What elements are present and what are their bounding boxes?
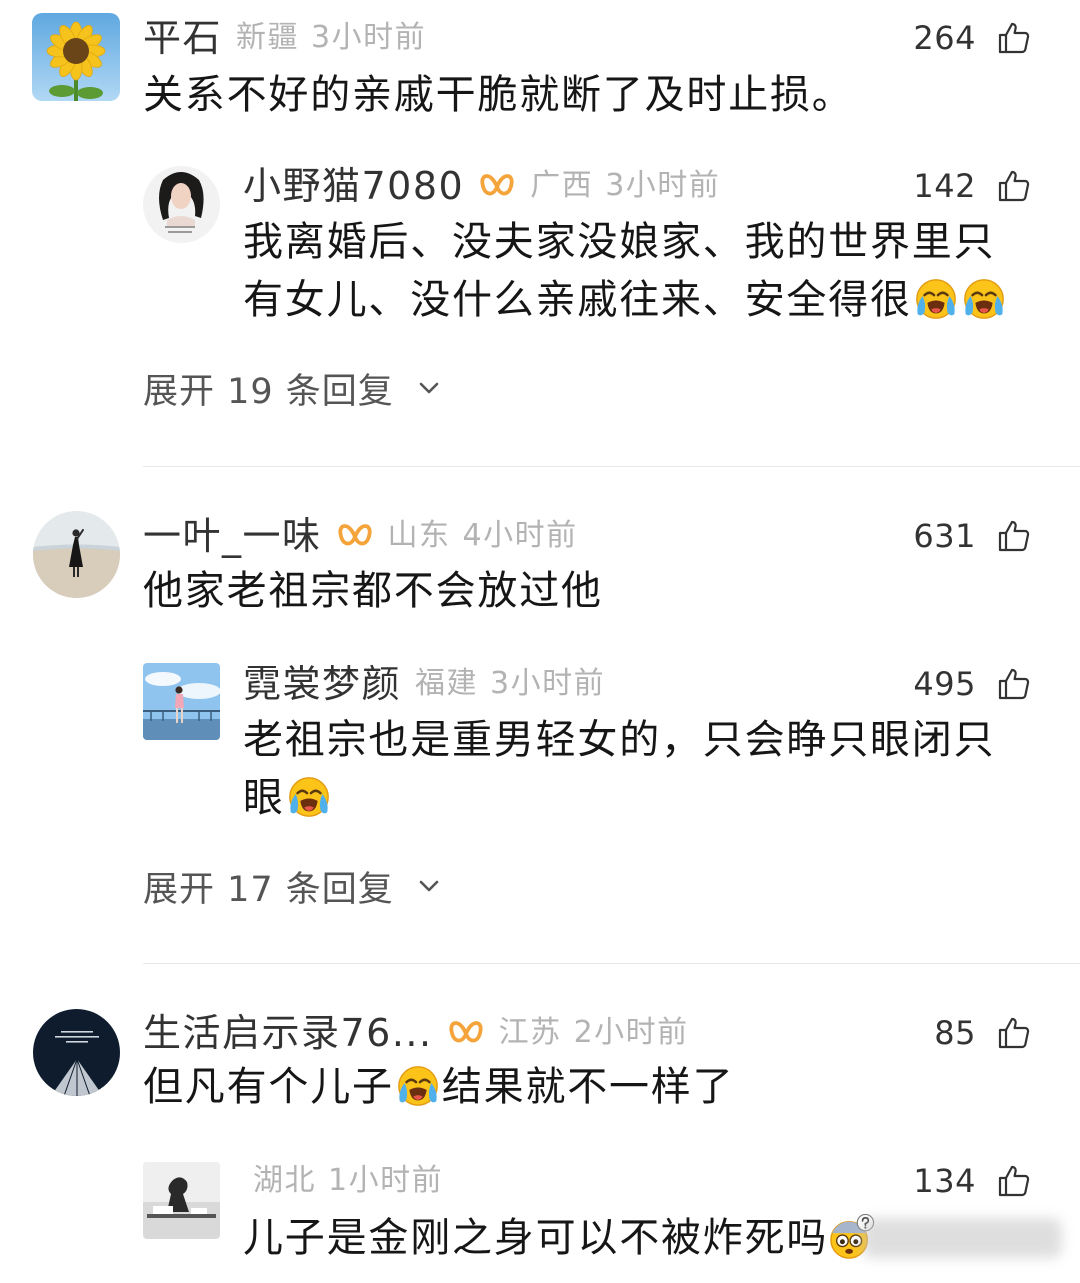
username[interactable]: 小野猫7080: [243, 163, 464, 209]
comment-header: 平石 新疆 3小时前: [143, 15, 426, 61]
text-segment: 结果就不一样了: [441, 1064, 735, 1110]
avatar[interactable]: [143, 166, 220, 243]
avatar[interactable]: [33, 1009, 120, 1096]
avatar[interactable]: [33, 511, 120, 598]
location: 广西: [530, 168, 594, 203]
thumbs-up-icon: [996, 518, 1032, 554]
thumbs-up-icon: [996, 20, 1032, 56]
avatar[interactable]: [32, 13, 120, 101]
like-count: 85: [934, 1014, 976, 1052]
reply-text[interactable]: 我离婚后、没夫家没娘家、我的世界里只有女儿、没什么亲戚往来、安全得很: [243, 213, 1023, 329]
username[interactable]: 霓裳梦颜: [243, 661, 401, 707]
fan-badge-icon[interactable]: [336, 517, 374, 555]
avatar[interactable]: [143, 1162, 220, 1239]
like-count: 134: [913, 1162, 976, 1200]
text-segment: 他家老祖宗都不会放过他: [143, 568, 603, 614]
like-button[interactable]: 134: [913, 1158, 1032, 1204]
text-segment: 但凡有个儿子: [143, 1064, 394, 1110]
comment-text[interactable]: 但凡有个儿子 结果就不一样了: [143, 1058, 1043, 1116]
fan-badge-icon[interactable]: [478, 167, 516, 205]
location: 江苏: [498, 1015, 562, 1050]
crying-emoji-icon: [961, 276, 1007, 322]
location: 山东: [387, 518, 451, 553]
like-count: 495: [913, 665, 976, 703]
timestamp: 3小时前: [605, 168, 721, 203]
location: 福建: [415, 666, 479, 701]
like-button[interactable]: 85: [934, 1010, 1032, 1056]
text-segment: 老祖宗也是重男轻女的，只会睁只眼闭只眼: [243, 717, 996, 821]
crying-emoji-icon: [913, 276, 959, 322]
comment-header: 生活启示录76... 江苏 2小时前: [143, 1010, 689, 1056]
text-segment: 我离婚后、没夫家没娘家、我的世界里只有女儿、没什么亲戚往来、安全得很: [243, 219, 996, 323]
comment-text[interactable]: 关系不好的亲戚干脆就断了及时止损。: [143, 66, 1043, 124]
username[interactable]: 一叶_一味: [143, 513, 322, 559]
fan-badge-icon[interactable]: [447, 1014, 485, 1052]
username[interactable]: 平石: [143, 15, 222, 61]
location: 湖北: [253, 1163, 316, 1198]
timestamp: 1小时前: [328, 1163, 444, 1198]
like-button[interactable]: 264: [913, 15, 1032, 61]
text-segment: 儿子是金刚之身可以不被炸死吗: [243, 1215, 829, 1261]
username[interactable]: 生活启示录76...: [143, 1010, 433, 1056]
thumbs-up-icon: [996, 168, 1032, 204]
watermark: [862, 1218, 1062, 1258]
expand-label: 展开 17 条回复: [143, 869, 394, 910]
thumbs-up-icon: [996, 1163, 1032, 1199]
crying-emoji-icon: [395, 1063, 441, 1109]
like-count: 264: [913, 19, 976, 57]
like-button[interactable]: 495: [913, 661, 1032, 707]
reply-header: 小野猫7080 广西 3小时前: [243, 163, 720, 209]
like-count: 631: [913, 517, 976, 555]
divider: [143, 466, 1080, 467]
reply-header: 湖北 1小时前: [253, 1158, 443, 1204]
chevron-down-icon: [418, 380, 440, 396]
expand-replies-button[interactable]: 展开 17 条回复: [143, 863, 440, 910]
comment-text[interactable]: 他家老祖宗都不会放过他: [143, 562, 1043, 620]
comment-header: 一叶_一味 山东 4小时前: [143, 513, 578, 559]
thumbs-up-icon: [996, 1015, 1032, 1051]
location: 新疆: [236, 20, 300, 55]
avatar[interactable]: [143, 663, 220, 740]
divider: [143, 963, 1080, 964]
timestamp: 4小时前: [462, 518, 578, 553]
thumbs-up-icon: [996, 666, 1032, 702]
crying-emoji-icon: [286, 774, 332, 820]
like-button[interactable]: 631: [913, 513, 1032, 559]
expand-label: 展开 19 条回复: [143, 371, 394, 412]
timestamp: 2小时前: [573, 1015, 689, 1050]
expand-replies-button[interactable]: 展开 19 条回复: [143, 365, 440, 412]
reply-text[interactable]: 老祖宗也是重男轻女的，只会睁只眼闭只眼: [243, 711, 1023, 827]
text-segment: 关系不好的亲戚干脆就断了及时止损。: [143, 72, 854, 118]
like-button[interactable]: 142: [913, 163, 1032, 209]
timestamp: 3小时前: [490, 666, 606, 701]
timestamp: 3小时前: [311, 20, 427, 55]
reply-header: 霓裳梦颜 福建 3小时前: [243, 661, 605, 707]
like-count: 142: [913, 167, 976, 205]
chevron-down-icon: [418, 878, 440, 894]
